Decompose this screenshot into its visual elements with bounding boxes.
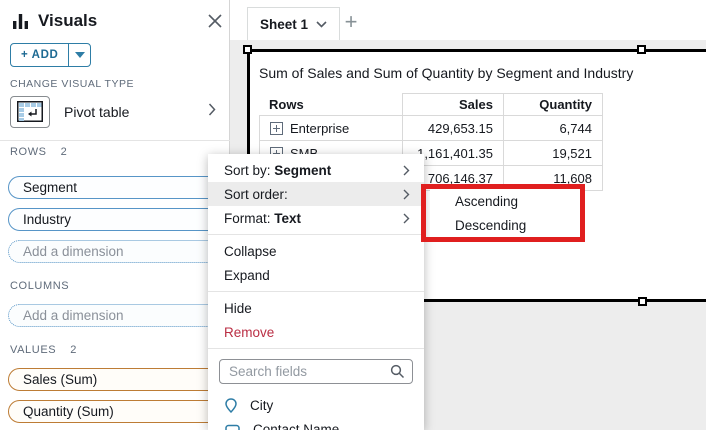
- menu-item-sort-order[interactable]: Sort order:: [208, 182, 424, 206]
- table-header-rows[interactable]: Rows: [259, 93, 402, 116]
- chevron-right-icon: [403, 165, 410, 176]
- menu-divider: [208, 234, 424, 235]
- chevron-right-icon[interactable]: [208, 103, 216, 121]
- quicksight-analysis-screen: Sheet 1 + Sum of Sales and Sum of Quanti…: [0, 0, 706, 430]
- values-section-label: VALUES2: [10, 344, 77, 356]
- close-panel-button[interactable]: [206, 12, 224, 30]
- menu-item-collapse[interactable]: Collapse: [208, 239, 424, 263]
- add-dropdown-toggle[interactable]: [68, 44, 90, 66]
- field-well-industry[interactable]: Industry: [8, 208, 220, 231]
- change-visual-type-label: CHANGE VISUAL TYPE: [10, 78, 134, 90]
- dimension-icon: [225, 424, 240, 430]
- field-label: City: [250, 398, 273, 413]
- chevron-right-icon: [403, 189, 410, 200]
- submenu-item-descending[interactable]: Descending: [430, 213, 580, 237]
- row-label-text: Enterprise: [290, 121, 349, 136]
- table-row-label[interactable]: Enterprise: [259, 116, 402, 141]
- resize-handle-bottom-middle[interactable]: [638, 297, 647, 306]
- columns-section-label: COLUMNS: [10, 280, 69, 292]
- table-header-sales[interactable]: Sales: [402, 93, 503, 116]
- chevron-right-icon: [403, 213, 410, 224]
- pill-label: Segment: [23, 180, 77, 195]
- bar-chart-icon: [12, 13, 29, 30]
- dropzone-placeholder: Add a dimension: [23, 244, 124, 259]
- field-list-item-contact-name[interactable]: Contact Name: [208, 417, 424, 430]
- search-fields-input[interactable]: [219, 359, 413, 384]
- expand-plus-icon[interactable]: [270, 122, 283, 135]
- add-dimension-dropzone-rows[interactable]: Add a dimension: [8, 240, 220, 263]
- field-well-segment[interactable]: Segment: [8, 176, 220, 199]
- tab-sheet-1[interactable]: Sheet 1: [247, 7, 340, 40]
- pill-label: Industry: [23, 212, 71, 227]
- panel-divider: [0, 140, 230, 141]
- table-cell-quantity[interactable]: 6,744: [503, 116, 603, 141]
- plus-icon: +: [345, 9, 358, 35]
- resize-handle-top-middle[interactable]: [637, 45, 646, 54]
- table-header-quantity[interactable]: Quantity: [503, 93, 603, 116]
- field-label: Contact Name: [253, 422, 339, 430]
- field-well-quantity-sum[interactable]: Quantity (Sum): [8, 400, 220, 423]
- panel-title: Visuals: [38, 11, 97, 31]
- pivot-table-icon-box[interactable]: [10, 96, 50, 128]
- menu-item-sort-by[interactable]: Sort by: Segment: [208, 158, 424, 182]
- panel-header: Visuals: [12, 11, 97, 31]
- add-dimension-dropzone-columns[interactable]: Add a dimension: [8, 304, 220, 327]
- search-icon: [390, 364, 405, 384]
- field-list-item-city[interactable]: City: [208, 393, 424, 417]
- add-visual-split-button[interactable]: + ADD: [10, 43, 91, 67]
- field-context-menu: Sort by: Segment Sort order: Format: Tex…: [208, 154, 424, 430]
- caret-down-icon: [75, 52, 85, 58]
- rows-section-label: ROWS2: [10, 146, 67, 158]
- sheet-tab-label: Sheet 1: [260, 17, 308, 32]
- pill-label: Quantity (Sum): [23, 404, 114, 419]
- menu-item-remove[interactable]: Remove: [208, 320, 424, 344]
- visual-title: Sum of Sales and Sum of Quantity by Segm…: [259, 65, 633, 81]
- pivot-table-icon: [17, 101, 43, 122]
- menu-divider: [208, 291, 424, 292]
- menu-item-hide[interactable]: Hide: [208, 296, 424, 320]
- table-cell-quantity[interactable]: 19,521: [503, 141, 603, 166]
- rows-count: 2: [61, 146, 68, 158]
- close-icon: [208, 14, 222, 28]
- menu-divider: [208, 348, 424, 349]
- search-fields-wrap: [219, 359, 413, 384]
- pill-label: Sales (Sum): [23, 372, 97, 387]
- add-button-label[interactable]: + ADD: [11, 44, 68, 66]
- menu-item-format[interactable]: Format: Text: [208, 206, 424, 230]
- submenu-item-ascending[interactable]: Ascending: [430, 189, 580, 213]
- chevron-down-icon[interactable]: [316, 21, 327, 28]
- table-cell-sales[interactable]: 429,653.15: [402, 116, 503, 141]
- values-count: 2: [70, 344, 77, 356]
- resize-handle-top-left[interactable]: [243, 45, 252, 54]
- visuals-panel: Visuals + ADD CHANGE VISUAL TYPE Pivot t…: [0, 0, 230, 430]
- visual-type-selector[interactable]: Pivot table: [10, 95, 220, 128]
- add-sheet-button[interactable]: +: [338, 9, 364, 35]
- field-well-sales-sum[interactable]: Sales (Sum): [8, 368, 220, 391]
- location-pin-icon: [225, 398, 237, 413]
- sort-order-submenu: Ascending Descending: [430, 187, 580, 239]
- dropzone-placeholder: Add a dimension: [23, 308, 124, 323]
- menu-item-expand[interactable]: Expand: [208, 263, 424, 287]
- visual-type-name: Pivot table: [64, 104, 129, 120]
